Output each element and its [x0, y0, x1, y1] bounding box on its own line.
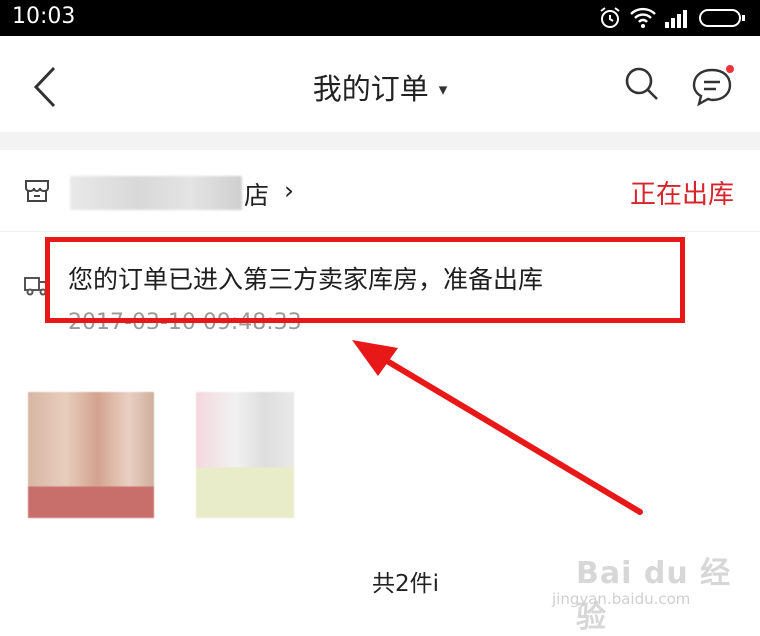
message-icon[interactable] — [690, 62, 736, 108]
signal-icon — [665, 10, 687, 28]
baidu-watermark: Bai du 经验 jingyan.baidu.com — [552, 548, 752, 635]
status-icons — [598, 6, 748, 30]
section-gap — [0, 132, 760, 150]
alarm-icon — [600, 7, 620, 28]
notification-dot — [726, 65, 734, 73]
product-thumbnail[interactable] — [28, 392, 154, 518]
dropdown-caret-icon: ▾ — [438, 80, 448, 100]
search-icon[interactable] — [624, 66, 660, 102]
product-list[interactable] — [0, 360, 760, 530]
shop-name-suffix: 店 — [244, 181, 270, 210]
shop-name-redacted — [70, 176, 242, 210]
chevron-right-icon: › — [284, 176, 294, 205]
order-status: 正在出库 — [629, 180, 734, 210]
battery-icon — [699, 9, 745, 27]
status-bar: 10:03 — [0, 0, 760, 36]
annotation-highlight-box — [45, 237, 685, 323]
app-header: 我的订单 ▾ — [0, 36, 760, 132]
wifi-icon — [630, 7, 656, 28]
status-time: 10:03 — [12, 4, 76, 29]
product-thumbnail[interactable] — [196, 392, 294, 518]
watermark-url: jingyan.baidu.com — [552, 590, 691, 608]
shop-row[interactable]: 店 › 正在出库 — [0, 150, 760, 232]
page-title: 我的订单 — [312, 72, 429, 106]
store-icon — [25, 180, 49, 202]
item-count: 共2件i — [372, 571, 440, 597]
